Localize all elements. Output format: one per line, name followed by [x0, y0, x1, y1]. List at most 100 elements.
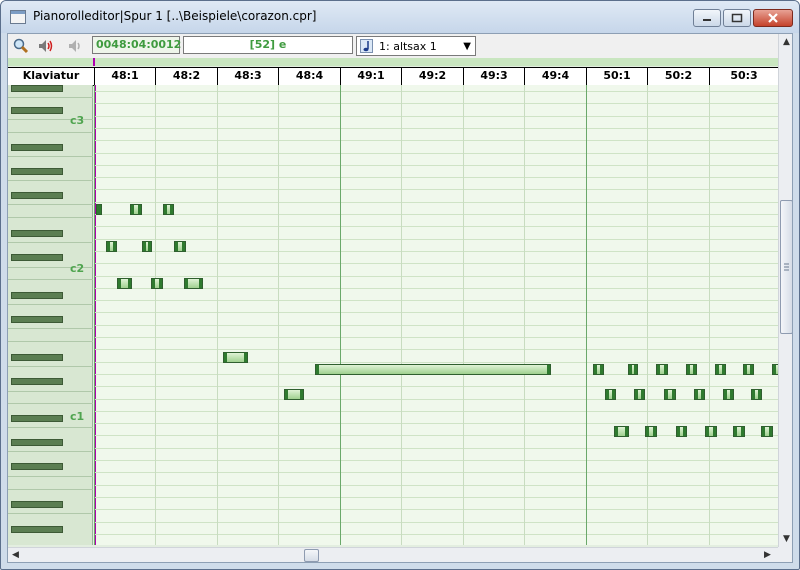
key-divider — [8, 513, 93, 514]
ruler-beat-2[interactable]: 48:3 — [217, 68, 278, 85]
midi-note[interactable] — [676, 426, 687, 437]
black-key[interactable] — [11, 168, 63, 175]
octave-label: c2 — [70, 262, 85, 275]
midi-note[interactable] — [163, 204, 174, 215]
black-key[interactable] — [11, 354, 63, 361]
zoom-button[interactable] — [11, 36, 31, 56]
midi-note[interactable] — [174, 241, 186, 252]
midi-note[interactable] — [705, 426, 717, 437]
scroll-left-icon[interactable]: ◀ — [12, 550, 19, 560]
note-icon — [360, 39, 373, 53]
black-key[interactable] — [11, 439, 63, 446]
midi-note[interactable] — [723, 389, 734, 400]
playhead-marker[interactable] — [93, 58, 95, 66]
ruler-beat-3[interactable]: 48:4 — [278, 68, 340, 85]
midi-note[interactable] — [715, 364, 726, 375]
midi-note[interactable] — [634, 389, 645, 400]
black-key[interactable] — [11, 378, 63, 385]
ruler-beat-7[interactable]: 49:4 — [524, 68, 586, 85]
position-strip[interactable] — [8, 58, 778, 66]
midi-note[interactable] — [761, 426, 773, 437]
grid-row-line — [94, 202, 778, 203]
vertical-scrollbar[interactable]: ▲ ▼ — [778, 34, 792, 547]
key-divider — [8, 132, 93, 133]
midi-note[interactable] — [593, 364, 604, 375]
beat-ruler[interactable]: Klaviatur 48:1 48:2 48:3 48:4 49:1 49:2 49:3 49… — [8, 67, 778, 86]
ruler-beat-0[interactable]: 48:1 — [94, 68, 155, 85]
midi-note[interactable] — [733, 426, 745, 437]
horizontal-scroll-thumb[interactable] — [304, 549, 319, 562]
grid-row-line — [94, 214, 778, 215]
title-bar[interactable]: Pianorolleditor|Spur 1 [..\Beispiele\cor… — [1, 1, 799, 33]
black-key[interactable] — [11, 526, 63, 533]
grid-row-line — [94, 189, 778, 190]
ruler-beat-10[interactable]: 50:3 — [709, 68, 778, 85]
pianoroll-window: Pianorolleditor|Spur 1 [..\Beispiele\cor… — [0, 0, 800, 570]
midi-note[interactable] — [96, 204, 102, 215]
speaker-off-button[interactable] — [66, 36, 86, 56]
ruler-beat-4[interactable]: 49:1 — [340, 68, 401, 85]
grid-row-line — [94, 153, 778, 154]
midi-note[interactable] — [223, 352, 248, 363]
midi-note[interactable] — [184, 278, 203, 289]
midi-note[interactable] — [151, 278, 163, 289]
scroll-right-icon[interactable]: ▶ — [764, 550, 771, 560]
midi-note[interactable] — [315, 364, 551, 375]
bar-line — [340, 85, 341, 545]
midi-note[interactable] — [130, 204, 142, 215]
key-divider — [8, 427, 93, 428]
minimize-button[interactable] — [693, 9, 721, 27]
midi-note[interactable] — [628, 364, 638, 375]
midi-note[interactable] — [743, 364, 754, 375]
black-key[interactable] — [11, 192, 63, 199]
ruler-beat-1[interactable]: 48:2 — [155, 68, 217, 85]
grid-row-line — [94, 509, 778, 510]
black-key[interactable] — [11, 254, 63, 261]
midi-note[interactable] — [605, 389, 616, 400]
ruler-beat-6[interactable]: 49:3 — [463, 68, 524, 85]
midi-note[interactable] — [284, 389, 304, 400]
black-key[interactable] — [11, 463, 63, 470]
midi-note[interactable] — [106, 241, 117, 252]
scroll-down-icon[interactable]: ▼ — [783, 534, 790, 544]
black-key[interactable] — [11, 107, 63, 114]
grid-row-line — [94, 226, 778, 227]
scroll-up-icon[interactable]: ▲ — [783, 37, 790, 47]
black-key[interactable] — [11, 144, 63, 151]
black-key[interactable] — [11, 501, 63, 508]
grid-row-line — [94, 91, 778, 92]
ruler-beat-9[interactable]: 50:2 — [647, 68, 709, 85]
grid-row-line — [94, 472, 778, 473]
vertical-scroll-thumb[interactable] — [780, 200, 792, 334]
key-divider — [8, 391, 93, 392]
grid-row-line — [94, 460, 778, 461]
note-grid[interactable] — [94, 85, 778, 545]
black-key[interactable] — [11, 292, 63, 299]
track-select[interactable]: 1: altsax 1 ▼ — [356, 36, 476, 56]
midi-note[interactable] — [751, 389, 762, 400]
midi-note[interactable] — [645, 426, 657, 437]
midi-note[interactable] — [656, 364, 668, 375]
horizontal-scrollbar[interactable]: ◀ ▶ — [8, 547, 778, 562]
ruler-beat-8[interactable]: 50:1 — [586, 68, 647, 85]
chevron-down-icon[interactable]: ▼ — [463, 41, 471, 52]
grid-row-line — [94, 263, 778, 264]
close-button[interactable] — [753, 9, 793, 27]
midi-note[interactable] — [142, 241, 152, 252]
midi-note[interactable] — [686, 364, 697, 375]
piano-keyboard[interactable]: c3 c2 c1 — [8, 85, 93, 545]
black-key[interactable] — [11, 316, 63, 323]
midi-note[interactable] — [614, 426, 629, 437]
octave-label: c3 — [70, 114, 85, 127]
midi-note[interactable] — [117, 278, 132, 289]
note-display: [52] e — [183, 36, 353, 54]
grid-row-line — [94, 337, 778, 338]
ruler-beat-5[interactable]: 49:2 — [401, 68, 463, 85]
black-key[interactable] — [11, 230, 63, 237]
black-key[interactable] — [11, 85, 63, 92]
black-key[interactable] — [11, 415, 63, 422]
midi-note[interactable] — [694, 389, 705, 400]
speaker-on-button[interactable] — [36, 36, 56, 56]
midi-note[interactable] — [664, 389, 676, 400]
maximize-button[interactable] — [723, 9, 751, 27]
